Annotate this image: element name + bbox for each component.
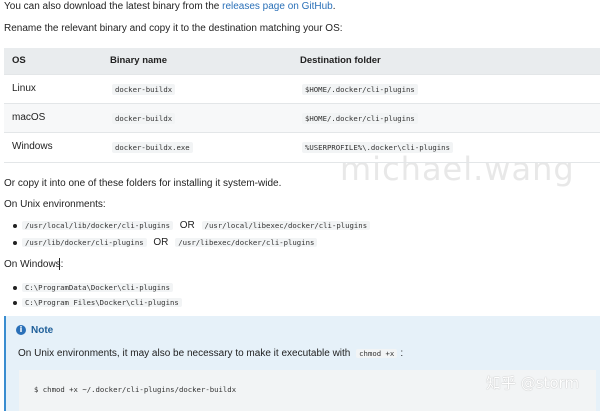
destination-cell: $HOME/.docker/cli-plugins: [302, 84, 418, 95]
zhihu-watermark: 知乎 @storm: [486, 374, 580, 392]
info-icon: i: [16, 325, 26, 335]
unix-path: /usr/libexec/docker/cli-plugins: [175, 238, 318, 247]
header-destination-folder: Destination folder: [300, 55, 381, 66]
os-cell: Linux: [12, 83, 36, 94]
unix-heading: On Unix environments:: [4, 199, 106, 210]
system-wide-text: Or copy it into one of these folders for…: [4, 178, 282, 189]
intro-suffix: .: [332, 1, 336, 12]
text-cursor: [59, 258, 60, 270]
note-body: On Unix environments, it may also be nec…: [18, 348, 351, 359]
note-title: Note: [31, 325, 54, 336]
unix-path: /usr/local/libexec/docker/cli-plugins: [201, 221, 371, 230]
unix-path: /usr/local/lib/docker/cli-plugins: [22, 221, 173, 230]
binary-cell: docker-buildx: [112, 84, 176, 95]
bullet-icon: [13, 301, 17, 305]
list-item: C:\ProgramData\Docker\cli-plugins: [22, 281, 173, 294]
windows-heading: On Windows:: [4, 259, 64, 270]
os-cell: macOS: [12, 112, 46, 123]
list-item: /usr/local/lib/docker/cli-plugins OR /us…: [22, 219, 371, 232]
intro-text: You can also download the latest binary …: [4, 1, 223, 12]
bullet-icon: [13, 241, 17, 245]
table-header: OS Binary name Destination folder: [4, 48, 600, 74]
command-text: $ chmod +x ~/.docker/cli-plugins/docker-…: [34, 385, 237, 394]
table-row: macOS docker-buildx $HOME/.docker/cli-pl…: [4, 103, 600, 133]
binary-cell: docker-buildx: [112, 113, 176, 124]
inline-code: chmod +x: [356, 349, 398, 358]
or-text: OR: [179, 220, 195, 231]
header-binary-name: Binary name: [110, 55, 168, 66]
note-callout: i Note On Unix environments, it may also…: [4, 316, 600, 411]
windows-path: C:\Program Files\Docker\cli-plugins: [22, 298, 182, 307]
list-item: /usr/lib/docker/cli-plugins OR /usr/libe…: [22, 236, 318, 249]
binary-cell: docker-buildx.exe: [112, 142, 193, 153]
windows-path: C:\ProgramData\Docker\cli-plugins: [22, 283, 173, 292]
rename-instructions: Rename the relevant binary and copy it t…: [4, 23, 343, 34]
bullet-icon: [13, 224, 17, 228]
bullet-icon: [13, 286, 17, 290]
table-row: Linux docker-buildx $HOME/.docker/cli-pl…: [4, 74, 600, 104]
or-text: OR: [153, 237, 169, 248]
os-cell: Windows: [12, 141, 53, 152]
destination-cell: $HOME/.docker/cli-plugins: [302, 113, 418, 124]
table-row: Windows docker-buildx.exe %USERPROFILE%\…: [4, 132, 600, 163]
header-os: OS: [12, 55, 26, 66]
note-colon: :: [400, 348, 404, 359]
releases-link[interactable]: releases page on GitHub: [222, 1, 333, 12]
intro-paragraph: You can also download the latest binary …: [4, 0, 336, 13]
destination-cell: %USERPROFILE%\.docker\cli-plugins: [302, 142, 453, 153]
note-text: On Unix environments, it may also be nec…: [18, 347, 403, 360]
unix-path: /usr/lib/docker/cli-plugins: [22, 238, 147, 247]
list-item: C:\Program Files\Docker\cli-plugins: [22, 296, 182, 309]
